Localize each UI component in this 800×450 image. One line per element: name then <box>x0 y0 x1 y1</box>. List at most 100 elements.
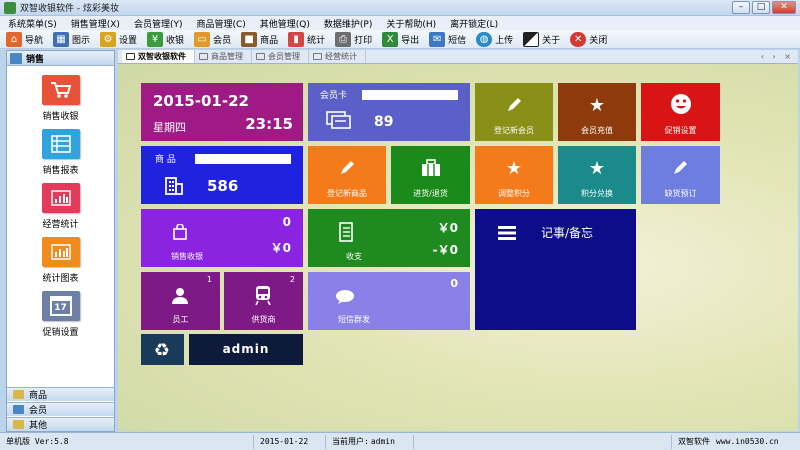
adjust-points-tile[interactable]: ★ 调整积分 <box>475 146 553 204</box>
toolbar-about-button[interactable]: 关于 <box>523 31 560 47</box>
toolbar-cashier-label: 收银 <box>166 35 185 46</box>
minimize-button[interactable]: – <box>732 1 750 14</box>
out-of-stock-order-tile[interactable]: 缺货预订 <box>641 146 720 204</box>
pencil-icon <box>337 158 357 178</box>
date-time-tile: 2015-01-22 星期四 23:15 <box>141 83 303 141</box>
train-icon <box>253 284 273 306</box>
register-member-label: 登记新会员 <box>494 126 534 135</box>
tab-label: 会员管理 <box>268 52 300 61</box>
tab-label: 商品管理 <box>211 52 243 61</box>
staff-tile[interactable]: 1 员工 <box>141 272 220 330</box>
toolbar-upload-button[interactable]: ◍ 上传 <box>476 31 513 47</box>
status-user-cell: 当前用户: admin <box>326 434 414 449</box>
status-site: www.in0530.cn <box>716 437 779 446</box>
close-icon: ✕ <box>570 31 587 47</box>
sidebar-group-other[interactable]: 其他 <box>7 417 114 431</box>
menu-help[interactable]: 关于帮助(H) <box>386 17 436 30</box>
tab-product-management[interactable]: 商品管理 <box>195 50 252 63</box>
folder-icon <box>13 390 24 399</box>
left-panel-header[interactable]: 销售 <box>7 51 114 66</box>
sidebar-item-sales-report[interactable]: 销售报表 <box>7 129 114 176</box>
member-card-tile[interactable]: 会员卡 89 <box>308 83 470 141</box>
member-card-icon <box>326 109 352 129</box>
maximize-button[interactable]: □ <box>752 1 770 14</box>
sidebar-item-stats-chart[interactable]: 统计图表 <box>7 237 114 284</box>
product-search-input[interactable] <box>195 154 291 164</box>
toolbar-sms-button[interactable]: ✉ 短信 <box>429 31 466 47</box>
promotion-settings-label: 促销设置 <box>664 126 697 135</box>
dashboard-workspace: 2015-01-22 星期四 23:15 会员卡 89 商 品 586 0 ￥0… <box>118 64 798 431</box>
building-icon <box>163 176 185 196</box>
sidebar-item-business-stats[interactable]: 经营统计 <box>7 183 114 230</box>
toolbar: ⌂ 导航 ▦ 图示 ⚙ 设置 ¥ 收银 ▭ 会员 ■ 商品 ▮ 统计 ⎙ 打印 … <box>0 30 800 49</box>
menu-other[interactable]: 其他管理(Q) <box>260 17 310 30</box>
left-panel: 销售 销售收银 销售报表 经营统计 统计图表 17 促销设置 商品 会员 其他 <box>6 50 115 432</box>
toolbar-nav-button[interactable]: ⌂ 导航 <box>6 31 43 47</box>
sidebar-item-sales-cashier[interactable]: 销售收银 <box>7 75 114 122</box>
tab-business-stats[interactable]: 经营统计 <box>309 50 366 63</box>
printer-icon: ⎙ <box>335 31 352 47</box>
sms-broadcast-tile[interactable]: 0 短信群发 <box>308 272 470 330</box>
adjust-points-label: 调整积分 <box>498 189 530 198</box>
register-product-tile[interactable]: 登记新商品 <box>308 146 386 204</box>
toolbar-cashier-button[interactable]: ¥ 收银 <box>147 31 185 47</box>
close-window-button[interactable]: ✕ <box>772 1 796 14</box>
sidebar-item-promotion[interactable]: 17 促销设置 <box>7 291 114 338</box>
tab-member-management[interactable]: 会员管理 <box>252 50 309 63</box>
tab-home[interactable]: 双智收银软件 <box>122 50 195 63</box>
product-count: 586 <box>207 177 239 195</box>
recycle-tile[interactable]: ♻ <box>141 334 184 365</box>
chart-icon: ▮ <box>288 31 305 47</box>
toolbar-stats-button[interactable]: ▮ 统计 <box>288 31 325 47</box>
sidebar-group-product[interactable]: 商品 <box>7 387 114 401</box>
notes-memo-tile[interactable]: 记事/备忘 <box>475 209 636 330</box>
sidebar-group-member[interactable]: 会员 <box>7 402 114 416</box>
member-card-count: 89 <box>374 114 394 130</box>
purchase-return-tile[interactable]: 进货/退货 <box>391 146 470 204</box>
menu-member[interactable]: 会员管理(Y) <box>134 17 183 30</box>
notes-label: 记事/备忘 <box>541 226 594 240</box>
income-expense-tile[interactable]: ￥0 -￥0 收支 <box>308 209 470 267</box>
toolbar-print-button[interactable]: ⎙ 打印 <box>335 31 372 47</box>
status-company: 双智软件 <box>678 437 710 446</box>
member-recharge-tile[interactable]: ★ 会员充值 <box>558 83 636 141</box>
ledger-icon <box>336 221 356 243</box>
menu-product[interactable]: 商品管理(C) <box>196 17 245 30</box>
toolbar-diagram-button[interactable]: ▦ 图示 <box>53 31 90 47</box>
sidebar-group-label: 其他 <box>29 421 48 431</box>
toolbar-export-button[interactable]: X 导出 <box>382 31 419 47</box>
person-icon <box>170 286 190 306</box>
menu-system[interactable]: 系统菜单(S) <box>8 17 57 30</box>
tab-scroll-arrows[interactable]: ‹ › × <box>761 52 794 61</box>
menu-sales[interactable]: 销售管理(X) <box>71 17 120 30</box>
window-controls: – □ ✕ <box>732 1 796 14</box>
sales-tile[interactable]: 0 ￥0 销售收银 <box>141 209 303 267</box>
toolbar-member-label: 会员 <box>213 35 232 46</box>
current-user-tile[interactable]: admin <box>189 334 303 365</box>
points-exchange-tile[interactable]: ★ 积分兑换 <box>558 146 636 204</box>
recycle-icon: ♻ <box>153 339 171 361</box>
member-card-input[interactable] <box>362 90 458 100</box>
toolbar-product-button[interactable]: ■ 商品 <box>241 31 279 47</box>
member-icon <box>13 405 24 414</box>
menu-lock[interactable]: 离开锁定(L) <box>450 17 498 30</box>
menu-data[interactable]: 数据维护(P) <box>324 17 372 30</box>
register-member-tile[interactable]: 登记新会员 <box>475 83 553 141</box>
sidebar-group-label: 会员 <box>29 406 48 416</box>
tab-bar: 双智收银软件 商品管理 会员管理 经营统计 ‹ › × <box>118 50 798 64</box>
supplier-tile[interactable]: 2 供货商 <box>224 272 303 330</box>
sms-count: 0 <box>450 277 458 290</box>
product-tile[interactable]: 商 品 586 <box>141 146 303 204</box>
income-amount: ￥0 <box>437 221 458 235</box>
about-icon <box>523 31 540 47</box>
toolbar-settings-button[interactable]: ⚙ 设置 <box>100 31 138 47</box>
menu-lines-icon <box>497 224 517 242</box>
shopping-bag-icon <box>171 223 189 241</box>
toolbar-member-button[interactable]: ▭ 会员 <box>194 31 232 47</box>
toolbar-settings-label: 设置 <box>119 35 138 46</box>
promotion-settings-tile[interactable]: 促销设置 <box>641 83 720 141</box>
toolbar-close-button[interactable]: ✕ 关闭 <box>570 31 607 47</box>
pencil-icon <box>504 95 524 115</box>
folder-icon <box>256 53 265 60</box>
toolbar-product-label: 商品 <box>260 35 279 46</box>
